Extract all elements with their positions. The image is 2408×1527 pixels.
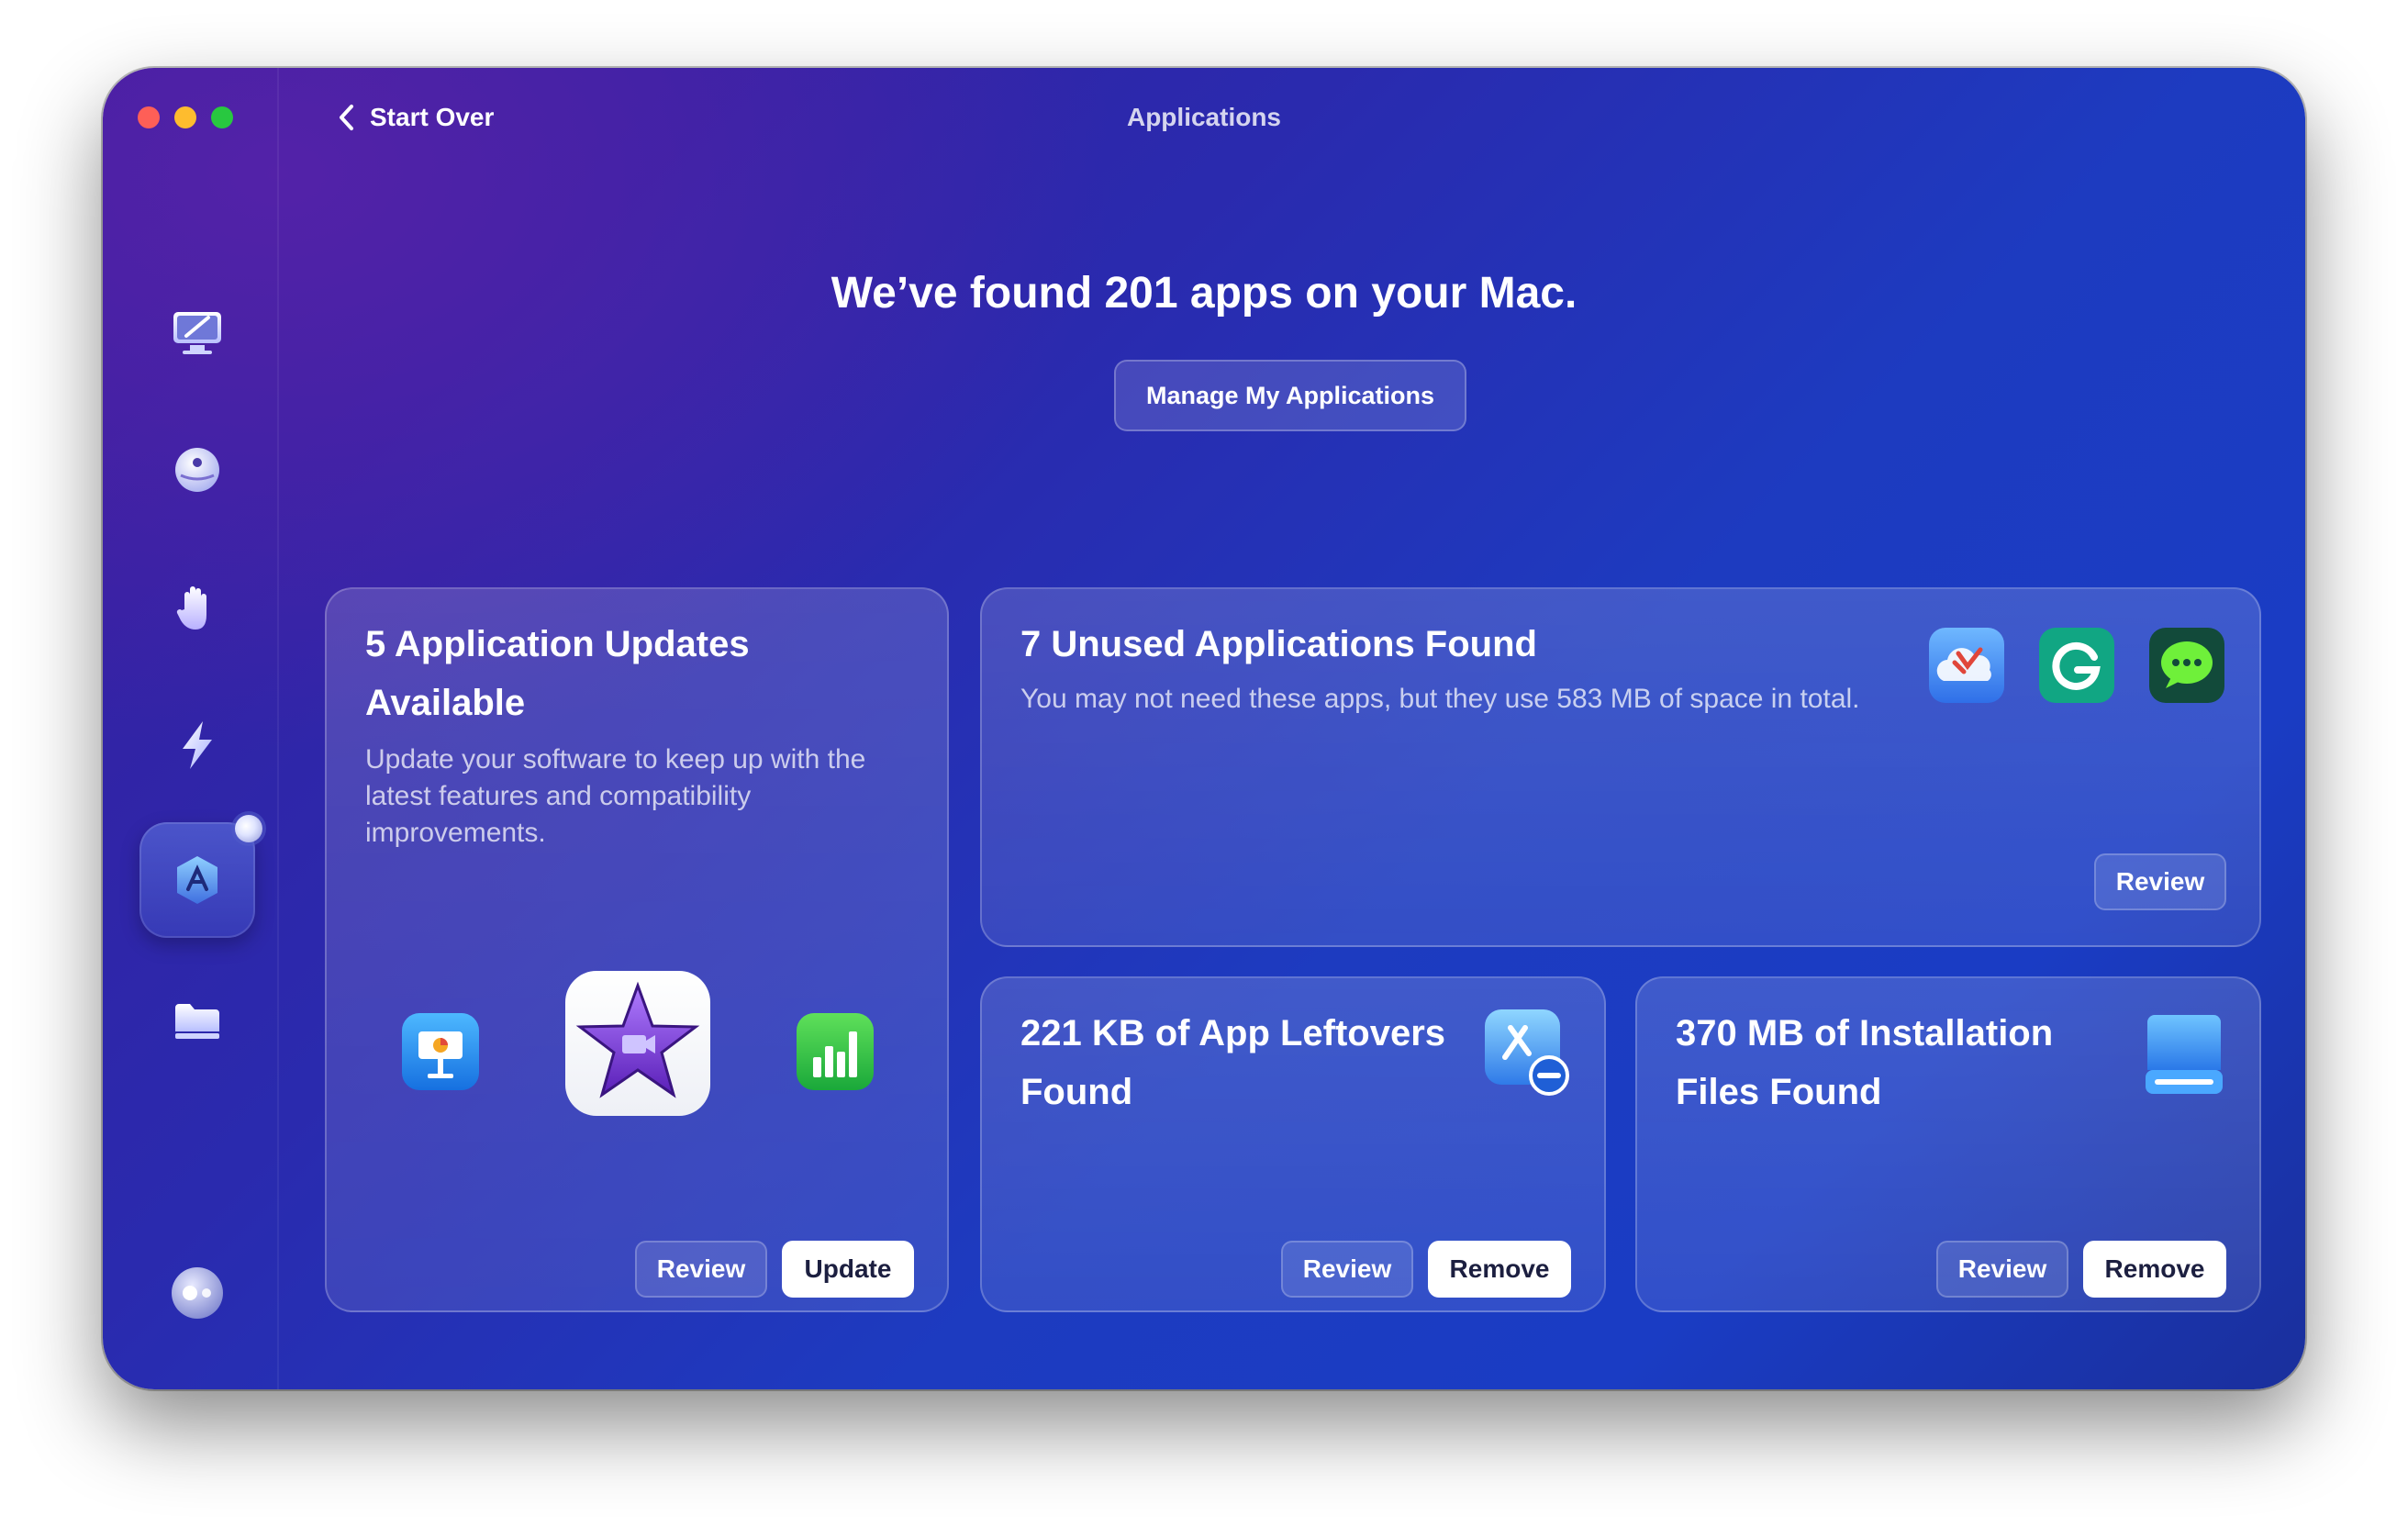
- leftovers-review-button[interactable]: Review: [1281, 1241, 1413, 1298]
- leftovers-card-title: 221 KB of App Leftovers Found: [1020, 1013, 1446, 1112]
- sidebar-item-applications[interactable]: [139, 815, 262, 938]
- app-leftovers-icon: [1485, 1009, 1569, 1096]
- hand-icon: [176, 586, 206, 630]
- installation-card-title: 370 MB of Installation Files Found: [1676, 1013, 2054, 1112]
- updates-card: 5 Application Updates Available Update y…: [325, 587, 949, 1312]
- installation-files-card: 370 MB of Installation Files Found Revie…: [1635, 976, 2261, 1312]
- sidebar: [103, 68, 279, 1389]
- updates-card-description: Update your software to keep up with the…: [365, 744, 866, 848]
- installation-drive-icon: [2146, 1015, 2223, 1094]
- grammarly-icon[interactable]: [2037, 626, 2116, 705]
- cloud-app-icon[interactable]: [1927, 626, 2006, 705]
- app-window: Start Over Applications We’ve found 201 …: [103, 68, 2305, 1389]
- leftovers-remove-button[interactable]: Remove: [1428, 1241, 1571, 1298]
- updates-card-title: 5 Application Updates Available: [365, 624, 750, 723]
- folder-icon: [175, 1004, 219, 1039]
- page-headline: We’ve found 201 apps on your Mac.: [831, 269, 1577, 318]
- manage-applications-button[interactable]: Manage My Applications: [1114, 360, 1466, 431]
- installation-review-button[interactable]: Review: [1936, 1241, 2068, 1298]
- applications-icon: [177, 856, 217, 904]
- sidebar-item-protection[interactable]: [139, 412, 255, 528]
- numbers-icon[interactable]: [795, 1011, 875, 1092]
- assistant-button[interactable]: [139, 1235, 255, 1351]
- imovie-icon[interactable]: [563, 969, 712, 1118]
- lightning-icon: [183, 721, 212, 769]
- messages-app-icon[interactable]: [2147, 626, 2226, 705]
- sidebar-item-privacy[interactable]: [139, 550, 255, 665]
- protection-icon: [175, 448, 219, 492]
- update-button[interactable]: Update: [782, 1241, 914, 1298]
- keynote-icon[interactable]: [400, 1011, 481, 1092]
- assistant-icon: [172, 1267, 223, 1319]
- updates-review-button[interactable]: Review: [635, 1241, 767, 1298]
- installation-remove-button[interactable]: Remove: [2083, 1241, 2226, 1298]
- unused-card-title: 7 Unused Applications Found: [1020, 624, 1537, 664]
- window-title: Applications: [1126, 103, 1281, 131]
- unused-card-description: You may not need these apps, but they us…: [1020, 684, 1860, 714]
- sidebar-item-files[interactable]: [139, 963, 255, 1078]
- notification-dot: [235, 815, 262, 842]
- leftovers-card: 221 KB of App Leftovers Found Review Rem…: [980, 976, 1606, 1312]
- sidebar-item-performance[interactable]: [139, 687, 255, 803]
- unused-apps-card: 7 Unused Applications Found You may not …: [980, 587, 2261, 947]
- unused-review-button[interactable]: Review: [2094, 853, 2226, 910]
